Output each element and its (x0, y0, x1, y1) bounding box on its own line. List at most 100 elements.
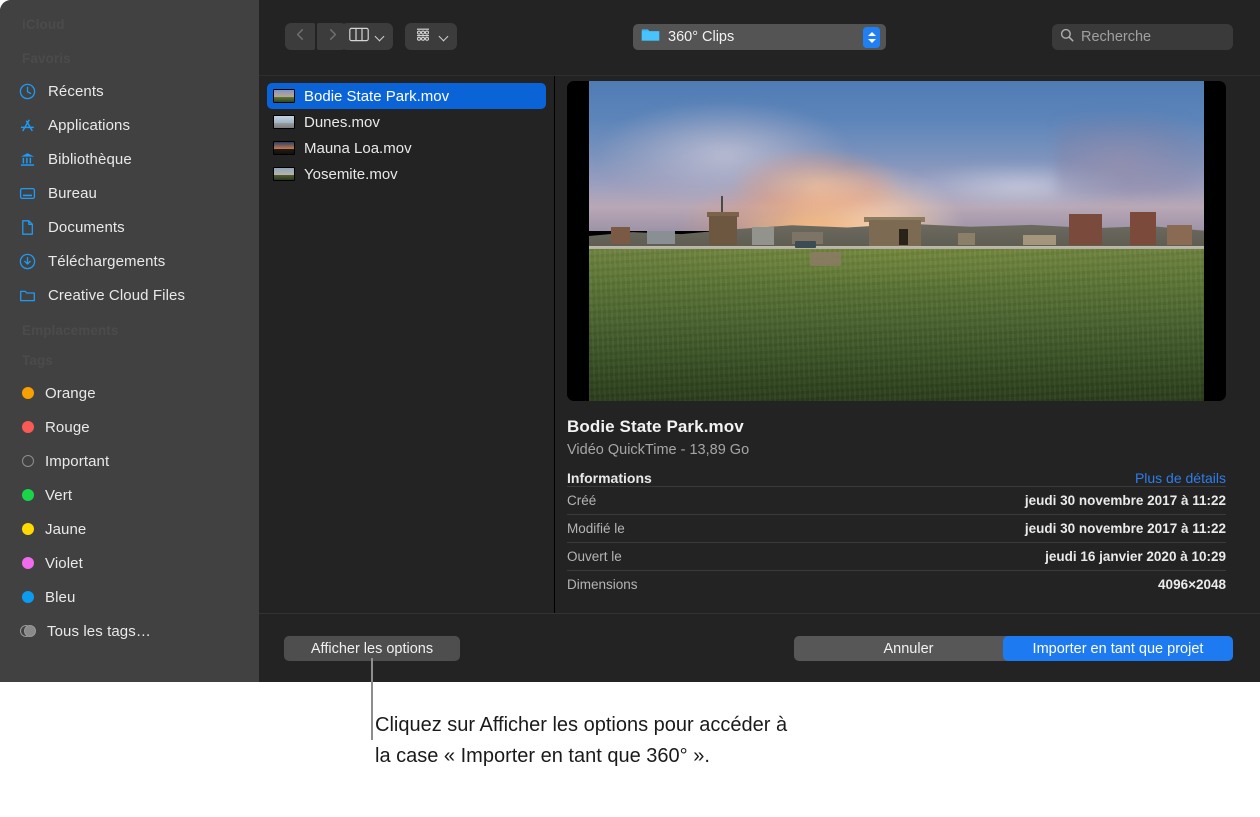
sidebar-item-telechargements[interactable]: Téléchargements (0, 244, 259, 278)
sidebar-item-label: Creative Cloud Files (48, 287, 185, 304)
tag-dot-icon (22, 489, 34, 501)
folder-icon (18, 286, 37, 305)
sidebar-item-bibliotheque[interactable]: Bibliothèque (0, 142, 259, 176)
sidebar-item-tag-orange[interactable]: Orange (0, 376, 259, 410)
chevron-left-icon (295, 28, 306, 46)
sidebar-item-tag-bleu[interactable]: Bleu (0, 580, 259, 614)
file-name: Mauna Loa.mov (304, 140, 412, 157)
file-name: Yosemite.mov (304, 166, 398, 183)
sidebar-section-header-favoris: Favoris (0, 44, 259, 74)
preview-image (567, 81, 1226, 401)
info-row-cree: Créé jeudi 30 novembre 2017 à 11:22 (567, 486, 1226, 514)
info-value: jeudi 30 novembre 2017 à 11:22 (1025, 493, 1226, 508)
file-thumbnail (273, 115, 295, 129)
file-thumbnail (273, 141, 295, 155)
sidebar-item-documents[interactable]: Documents (0, 210, 259, 244)
sidebar-item-label: Vert (45, 487, 72, 504)
sidebar-item-label: Bibliothèque (48, 151, 132, 168)
location-label: 360° Clips (668, 29, 855, 45)
more-details-link[interactable]: Plus de détails (1135, 470, 1226, 486)
downloads-icon (18, 252, 37, 271)
panorama-360-image (589, 81, 1204, 401)
sidebar-item-applications[interactable]: Applications (0, 108, 259, 142)
file-list[interactable]: Bodie State Park.mov Dunes.mov Mauna Loa… (259, 76, 555, 613)
all-tags-icon (20, 625, 36, 637)
info-key: Modifié le (567, 521, 625, 536)
sidebar-item-label: Récents (48, 83, 104, 100)
desktop-icon (18, 184, 37, 203)
callout-text: Cliquez sur Afficher les options pour ac… (375, 710, 795, 772)
list-item[interactable]: Mauna Loa.mov (267, 135, 546, 161)
sidebar-item-label: Important (45, 453, 109, 470)
sidebar-item-all-tags[interactable]: Tous les tags… (0, 614, 259, 648)
tag-dot-icon (22, 557, 34, 569)
library-icon (18, 150, 37, 169)
sidebar-item-tag-violet[interactable]: Violet (0, 546, 259, 580)
sidebar-section-header-emplacements: Emplacements (0, 316, 259, 346)
tag-ring-icon (22, 455, 34, 467)
import-as-project-button[interactable]: Importer en tant que projet (1003, 636, 1233, 661)
info-row-modifie: Modifié le jeudi 30 novembre 2017 à 11:2… (567, 514, 1226, 542)
tag-dot-icon (22, 387, 34, 399)
sidebar-item-creative-cloud-files[interactable]: Creative Cloud Files (0, 278, 259, 312)
location-popup-button[interactable]: 360° Clips (633, 24, 886, 50)
info-key: Dimensions (567, 577, 638, 592)
cancel-button[interactable]: Annuler (794, 636, 1023, 661)
toolbar: 360° Clips Recherche (259, 0, 1260, 75)
sidebar-item-label: Jaune (45, 521, 86, 538)
info-value: jeudi 16 janvier 2020 à 10:29 (1045, 549, 1226, 564)
view-mode-button[interactable] (341, 23, 393, 50)
import-media-window: iCloud Favoris Récents Applications Bibl… (0, 0, 1260, 682)
file-name: Dunes.mov (304, 114, 380, 131)
file-name: Bodie State Park.mov (304, 88, 449, 105)
info-section-title: Informations (567, 470, 652, 486)
sidebar-item-tag-jaune[interactable]: Jaune (0, 512, 259, 546)
sidebar: iCloud Favoris Récents Applications Bibl… (0, 0, 259, 682)
chevron-down-icon (440, 32, 449, 41)
sidebar-item-tag-rouge[interactable]: Rouge (0, 410, 259, 444)
sidebar-item-label: Rouge (45, 419, 90, 436)
tag-dot-icon (22, 591, 34, 603)
sidebar-item-bureau[interactable]: Bureau (0, 176, 259, 210)
sidebar-item-label: Bleu (45, 589, 75, 606)
search-icon (1060, 28, 1074, 47)
sidebar-item-label: Bureau (48, 185, 97, 202)
tag-dot-icon (22, 421, 34, 433)
sidebar-section-header-icloud: iCloud (0, 10, 259, 40)
info-row-dimensions: Dimensions 4096×2048 (567, 570, 1226, 598)
info-key: Ouvert le (567, 549, 622, 564)
document-icon (18, 218, 37, 237)
sidebar-item-label: Orange (45, 385, 96, 402)
chevron-right-icon (327, 28, 338, 46)
info-row-ouvert: Ouvert le jeudi 16 janvier 2020 à 10:29 (567, 542, 1226, 570)
tag-dot-icon (22, 523, 34, 535)
group-by-button[interactable] (405, 23, 457, 50)
preview-pane: Bodie State Park.mov Vidéo QuickTime - 1… (555, 76, 1260, 613)
list-item[interactable]: Dunes.mov (267, 109, 546, 135)
sidebar-item-tag-important[interactable]: Important (0, 444, 259, 478)
nav-buttons-group (285, 23, 347, 50)
info-section-header: Informations Plus de détails (567, 470, 1226, 486)
sidebar-section-header-tags: Tags (0, 346, 259, 376)
search-placeholder: Recherche (1081, 29, 1151, 45)
file-thumbnail (273, 167, 295, 181)
search-input[interactable]: Recherche (1052, 24, 1233, 50)
file-thumbnail (273, 89, 295, 103)
list-item[interactable]: Yosemite.mov (267, 161, 546, 187)
sidebar-item-tag-vert[interactable]: Vert (0, 478, 259, 512)
clock-icon (18, 82, 37, 101)
main-pane: 360° Clips Recherche Bodie State P (259, 0, 1260, 682)
stepper-icon[interactable] (863, 27, 880, 48)
folder-icon (641, 27, 660, 47)
callout-leader-line (371, 658, 373, 740)
info-key: Créé (567, 493, 596, 508)
applications-icon (18, 116, 37, 135)
sidebar-item-recents[interactable]: Récents (0, 74, 259, 108)
sidebar-item-label: Applications (48, 117, 130, 134)
list-item[interactable]: Bodie State Park.mov (267, 83, 546, 109)
group-by-icon (413, 27, 433, 47)
sidebar-item-label: Téléchargements (48, 253, 165, 270)
back-button[interactable] (285, 23, 315, 50)
bottom-bar: Afficher les options Annuler Importer en… (259, 613, 1260, 682)
info-value: 4096×2048 (1158, 577, 1226, 592)
